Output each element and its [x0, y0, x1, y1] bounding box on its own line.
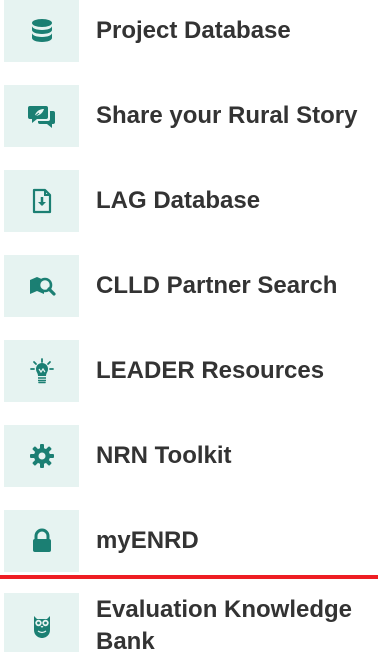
menu-item-clld-partner-search[interactable]: CLLD Partner Search: [0, 255, 378, 317]
menu-item-leader-resources[interactable]: LEADER Resources: [0, 340, 378, 402]
menu-item-label: myENRD: [96, 527, 199, 554]
menu-item-label: Project Database: [96, 17, 291, 44]
menu-item-label: Evaluation Knowledge Bank: [96, 596, 353, 652]
menu-item-project-database[interactable]: Project Database: [0, 0, 378, 62]
menu-divider: [0, 575, 378, 579]
menu-item-label: LEADER Resources: [96, 357, 325, 384]
gear-icon: [4, 425, 79, 487]
menu-item-share-rural-story[interactable]: Share your Rural Story: [0, 85, 378, 147]
side-menu: Project Database Share your Rural Story …: [0, 0, 378, 652]
map-search-icon: [4, 255, 79, 317]
database-icon: [4, 0, 79, 62]
menu-item-lag-database[interactable]: LAG Database: [0, 170, 378, 232]
chat-bubbles-icon: [4, 85, 79, 147]
menu-item-label: NRN Toolkit: [96, 442, 232, 469]
document-download-icon: [4, 170, 79, 232]
owl-icon: [4, 593, 79, 652]
menu-item-label: CLLD Partner Search: [96, 272, 338, 299]
menu-item-evaluation-knowledge-bank[interactable]: Evaluation Knowledge Bank: [0, 593, 378, 652]
menu-item-label: LAG Database: [96, 187, 261, 214]
menu-item-nrn-toolkit[interactable]: NRN Toolkit: [0, 425, 378, 487]
lightbulb-icon: [4, 340, 79, 402]
lock-icon: [4, 510, 79, 572]
menu-item-label: Share your Rural Story: [96, 102, 358, 129]
menu-item-myenrd[interactable]: myENRD: [0, 510, 378, 572]
